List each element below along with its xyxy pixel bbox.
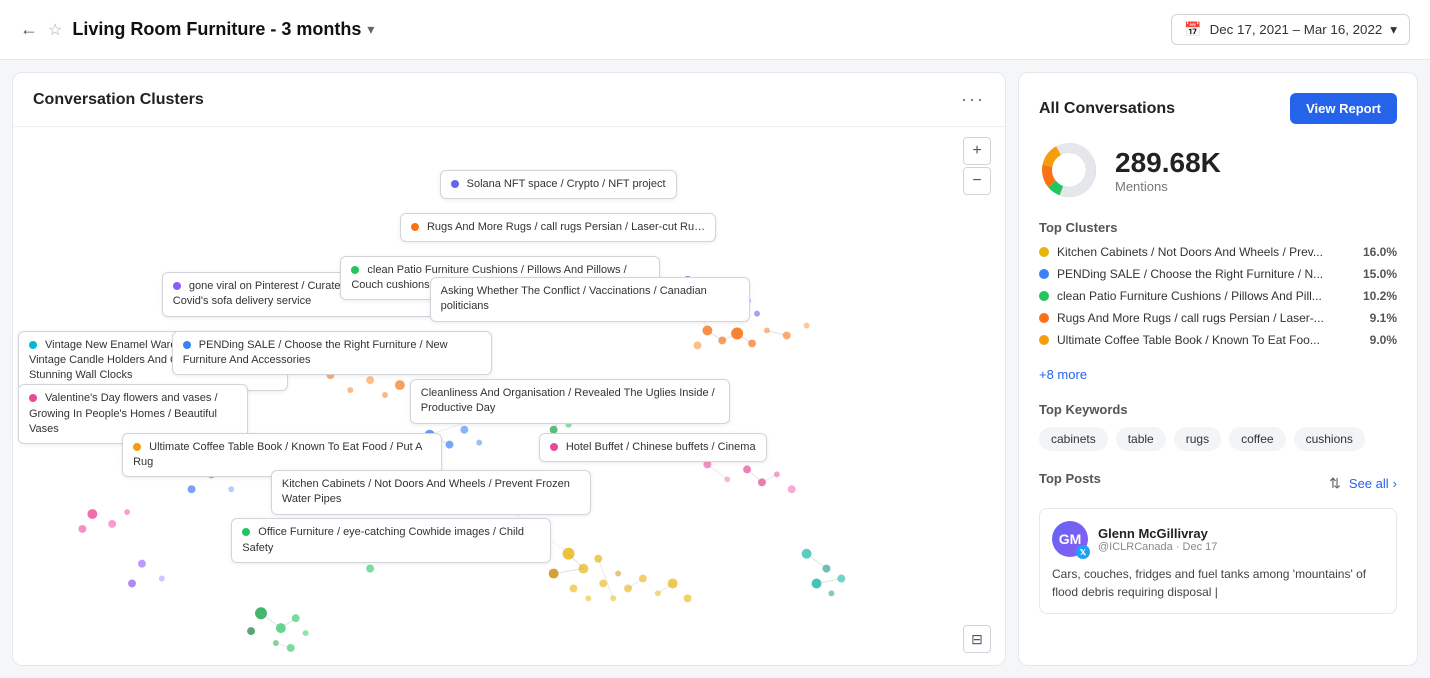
cluster-name-0: Kitchen Cabinets / Not Doors And Wheels … — [1057, 245, 1355, 259]
conversation-clusters-panel: Conversation Clusters ··· — [12, 72, 1006, 666]
main-content: Conversation Clusters ··· — [0, 60, 1430, 678]
cluster-dot-0 — [1039, 247, 1049, 257]
cluster-network-svg — [13, 127, 1005, 663]
top-keywords-title: Top Keywords — [1039, 402, 1397, 417]
mentions-summary: 289.68K Mentions — [1039, 140, 1397, 200]
cluster-dot-1 — [1039, 269, 1049, 279]
see-all-link[interactable]: See all › — [1349, 476, 1397, 491]
panel-title: Conversation Clusters — [33, 91, 204, 109]
cluster-pct-2: 10.2% — [1363, 289, 1397, 303]
keyword-tags: cabinets table rugs coffee cushions — [1039, 427, 1397, 451]
see-all-chevron-icon: › — [1393, 476, 1397, 491]
keyword-tag-1[interactable]: table — [1116, 427, 1166, 451]
post-header: GM 𝕏 Glenn McGillivray @ICLRCanada · Dec… — [1052, 521, 1384, 557]
twitter-badge: 𝕏 — [1076, 545, 1090, 559]
more-options-button[interactable]: ··· — [961, 89, 985, 110]
keyword-tag-2[interactable]: rugs — [1174, 427, 1221, 451]
avatar: GM 𝕏 — [1052, 521, 1088, 557]
zoom-out-button[interactable]: − — [963, 167, 991, 195]
favorite-button[interactable]: ☆ — [48, 20, 62, 40]
cluster-pct-0: 16.0% — [1363, 245, 1397, 259]
zoom-controls: + − — [963, 137, 991, 195]
cluster-dot-4 — [1039, 335, 1049, 345]
filter-icon[interactable]: ⇅ — [1329, 475, 1341, 492]
cluster-pct-3: 9.1% — [1370, 311, 1397, 325]
date-range-text: Dec 17, 2021 – Mar 16, 2022 — [1210, 22, 1383, 37]
top-clusters-title: Top Clusters — [1039, 220, 1397, 235]
keyword-tag-3[interactable]: coffee — [1229, 427, 1285, 451]
mentions-label: Mentions — [1115, 179, 1221, 194]
cluster-item-4: Ultimate Coffee Table Book / Known To Ea… — [1039, 333, 1397, 347]
date-chevron-icon: ▾ — [1390, 22, 1397, 38]
cluster-dot-3 — [1039, 313, 1049, 323]
cluster-item-1: PENDing SALE / Choose the Right Furnitur… — [1039, 267, 1397, 281]
cluster-map[interactable]: Solana NFT space / Crypto / NFT project … — [13, 127, 1005, 663]
cluster-name-4: Ultimate Coffee Table Book / Known To Ea… — [1057, 333, 1362, 347]
post-text: Cars, couches, fridges and fuel tanks am… — [1052, 565, 1384, 601]
mentions-count-block: 289.68K Mentions — [1115, 147, 1221, 194]
cluster-name-2: clean Patio Furniture Cushions / Pillows… — [1057, 289, 1355, 303]
right-panel-title: All Conversations — [1039, 100, 1175, 118]
panel-header: Conversation Clusters ··· — [13, 73, 1005, 127]
top-posts-controls: ⇅ See all › — [1329, 475, 1397, 492]
keyword-tag-4[interactable]: cushions — [1294, 427, 1365, 451]
header-left: ← ☆ Living Room Furniture - 3 months ▾ — [20, 19, 374, 40]
cluster-pct-1: 15.0% — [1363, 267, 1397, 281]
donut-chart — [1039, 140, 1099, 200]
post-author: Glenn McGillivray — [1098, 526, 1217, 541]
app-header: ← ☆ Living Room Furniture - 3 months ▾ 📅… — [0, 0, 1430, 60]
cluster-pct-4: 9.0% — [1370, 333, 1397, 347]
more-clusters-link[interactable]: +8 more — [1039, 367, 1397, 382]
post-meta: @ICLRCanada · Dec 17 — [1098, 541, 1217, 553]
cluster-item-0: Kitchen Cabinets / Not Doors And Wheels … — [1039, 245, 1397, 259]
cluster-item-2: clean Patio Furniture Cushions / Pillows… — [1039, 289, 1397, 303]
cluster-name-1: PENDing SALE / Choose the Right Furnitur… — [1057, 267, 1355, 281]
cluster-list: Kitchen Cabinets / Not Doors And Wheels … — [1039, 245, 1397, 347]
back-button[interactable]: ← — [20, 19, 38, 40]
right-panel: All Conversations View Report 289.68K Me… — [1018, 72, 1418, 666]
map-view-button[interactable]: ⊟ — [963, 625, 991, 653]
date-range-button[interactable]: 📅 Dec 17, 2021 – Mar 16, 2022 ▾ — [1171, 14, 1410, 45]
cluster-name-3: Rugs And More Rugs / call rugs Persian /… — [1057, 311, 1362, 325]
right-panel-header: All Conversations View Report — [1039, 93, 1397, 124]
mentions-count: 289.68K — [1115, 147, 1221, 179]
page-title: Living Room Furniture - 3 months — [72, 19, 361, 40]
cluster-item-3: Rugs And More Rugs / call rugs Persian /… — [1039, 311, 1397, 325]
title-chevron-icon: ▾ — [367, 21, 374, 38]
calendar-icon: 📅 — [1184, 21, 1201, 38]
top-posts-title: Top Posts — [1039, 471, 1101, 486]
view-report-button[interactable]: View Report — [1290, 93, 1397, 124]
title-wrapper[interactable]: Living Room Furniture - 3 months ▾ — [72, 19, 374, 40]
post-card: GM 𝕏 Glenn McGillivray @ICLRCanada · Dec… — [1039, 508, 1397, 614]
keywords-section: Top Keywords cabinets table rugs coffee … — [1039, 402, 1397, 451]
zoom-in-button[interactable]: + — [963, 137, 991, 165]
top-posts-header: Top Posts ⇅ See all › — [1039, 471, 1397, 496]
post-author-block: Glenn McGillivray @ICLRCanada · Dec 17 — [1098, 526, 1217, 553]
cluster-dot-2 — [1039, 291, 1049, 301]
keyword-tag-0[interactable]: cabinets — [1039, 427, 1108, 451]
